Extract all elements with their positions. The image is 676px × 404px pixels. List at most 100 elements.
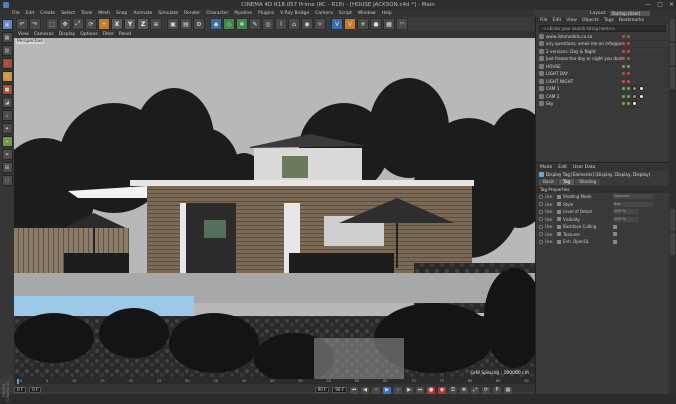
use-checkbox[interactable] (557, 224, 561, 229)
tab-tag[interactable]: Tag (559, 178, 575, 185)
menu-item-select[interactable]: Select (61, 11, 75, 16)
model-mode-icon[interactable]: ▣ (1, 19, 13, 30)
vray-render-icon[interactable]: V (331, 18, 343, 30)
editor-visibility-dot[interactable] (622, 57, 625, 61)
parameter-key-icon[interactable]: P (493, 386, 501, 394)
animate-toggle-icon[interactable] (539, 202, 543, 207)
object-name[interactable]: 2 versions: Day & Night (546, 49, 622, 54)
om-menu-bookmarks[interactable]: Bookmarks (619, 18, 644, 23)
viewport-menu-filter[interactable]: Filter (103, 32, 114, 37)
am-menu-mode[interactable]: Mode (540, 165, 552, 170)
use-checkbox[interactable] (557, 239, 561, 244)
end-frame-field[interactable]: 90 F (314, 387, 330, 393)
object-row[interactable]: CAM 2 (536, 93, 669, 101)
attribute-checkbox[interactable] (613, 239, 617, 244)
editor-visibility-dot[interactable] (622, 49, 625, 53)
recent-tool-icon[interactable]: + (98, 18, 110, 30)
light-icon[interactable]: ☼ (314, 18, 326, 30)
render-view-icon[interactable]: ▣ (167, 18, 179, 30)
object-name[interactable]: Just freeze the day or night you dont w.… (546, 56, 622, 61)
attribute-value-field[interactable]: Gouraud (613, 194, 653, 200)
render-visibility-dot[interactable] (627, 87, 630, 91)
rotation-key-icon[interactable]: ⟳ (482, 386, 490, 394)
uv-mode-icon[interactable]: ◪ (1, 97, 13, 108)
keyframe-selection-icon[interactable]: ⚿ (449, 386, 457, 394)
go-to-end-icon[interactable]: ⏭ (416, 386, 424, 394)
tab-basic[interactable]: Basic (539, 178, 559, 185)
editor-visibility-dot[interactable] (622, 87, 625, 91)
viewport-menu-panel[interactable]: Panel (119, 32, 131, 37)
vray-settings-icon[interactable]: V (344, 18, 356, 30)
tweak-mode-icon[interactable]: ✦ (1, 123, 13, 134)
view-label[interactable]: Perspective (16, 39, 45, 44)
scale-key-icon[interactable]: ⤢ (471, 386, 479, 394)
preview-end-field[interactable]: 90 F (332, 387, 347, 393)
editor-visibility-dot[interactable] (622, 94, 625, 98)
maximize-button[interactable]: □ (657, 1, 663, 8)
editor-visibility-dot[interactable] (622, 102, 625, 106)
om-menu-objects[interactable]: Objects (582, 18, 599, 23)
deformer-icon[interactable]: ⌇ (275, 18, 287, 30)
vray-dome-icon[interactable]: ◠ (396, 18, 408, 30)
spline-pen-icon[interactable]: ✎ (249, 18, 261, 30)
dock-tab-structure[interactable] (670, 67, 675, 89)
dock-tab-layers[interactable] (670, 209, 675, 231)
menu-item-tools[interactable]: Tools (81, 11, 92, 16)
object-row[interactable]: LIGHT NIGHT (536, 78, 669, 86)
menu-item-window[interactable]: Window (358, 11, 376, 16)
workplane-icon[interactable]: ▥ (1, 45, 13, 56)
layout-dropdown[interactable]: Startup (User) (609, 11, 650, 16)
editor-visibility-dot[interactable] (622, 72, 625, 76)
am-menu-user-data[interactable]: User Data (573, 165, 595, 170)
editor-visibility-dot[interactable] (622, 79, 625, 83)
workplane-lock-icon[interactable]: ⊞ (1, 162, 13, 173)
use-checkbox[interactable] (557, 194, 561, 199)
editor-visibility-dot[interactable] (622, 34, 625, 38)
y-axis-lock-icon[interactable]: Y (124, 18, 136, 30)
undo-icon[interactable]: ↶ (16, 18, 28, 30)
vray-material-icon[interactable]: ● (370, 18, 382, 30)
object-name[interactable]: any questions, email me on info@jose... (546, 41, 622, 46)
attribute-checkbox[interactable] (613, 232, 617, 237)
minimize-button[interactable]: — (645, 1, 651, 8)
animate-toggle-icon[interactable] (539, 194, 543, 199)
attribute-value-field[interactable]: 100 % (613, 209, 639, 215)
soft-selection-icon[interactable]: ◌ (1, 175, 13, 186)
use-checkbox[interactable] (557, 202, 561, 207)
vray-proxy-icon[interactable]: ▦ (383, 18, 395, 30)
render-visibility-dot[interactable] (627, 79, 630, 83)
record-icon[interactable]: ● (427, 386, 435, 394)
dock-tab-objects[interactable] (670, 19, 675, 41)
dock-tab-attributes[interactable] (670, 233, 675, 255)
play-icon[interactable]: ▶ (383, 386, 391, 394)
menu-item-plugins[interactable]: Plugins (258, 11, 274, 16)
am-menu-edit[interactable]: Edit (558, 165, 567, 170)
render-visibility-dot[interactable] (627, 102, 630, 106)
vray-camera-tag-icon[interactable] (639, 93, 644, 99)
render-visibility-dot[interactable] (627, 34, 630, 38)
object-name[interactable]: Sky (546, 101, 622, 106)
object-row[interactable]: any questions, email me on info@jose... (536, 41, 669, 48)
z-axis-lock-icon[interactable]: Z (137, 18, 149, 30)
viewport-3d[interactable]: Perspective Grid Spacing : 100000 cm (14, 38, 535, 379)
start-frame-field[interactable]: 0 F (29, 387, 42, 393)
scale-icon[interactable]: ⤢ (72, 18, 84, 30)
menu-item-animate[interactable]: Animate (133, 11, 152, 16)
object-row[interactable]: Sky (536, 101, 669, 108)
rotate-icon[interactable]: ⟳ (85, 18, 97, 30)
menu-item-edit[interactable]: Edit (26, 11, 35, 16)
om-menu-file[interactable]: File (540, 18, 548, 23)
position-key-icon[interactable]: ✥ (460, 386, 468, 394)
object-row[interactable]: LIGHT DAY (536, 71, 669, 78)
protection-tag-icon[interactable] (632, 86, 637, 92)
menu-item-mesh[interactable]: Mesh (98, 11, 110, 16)
scene-icon[interactable]: ⌂ (288, 18, 300, 30)
live-selection-icon[interactable]: ⬚ (46, 18, 58, 30)
menu-item-snap[interactable]: Snap (116, 11, 127, 16)
object-name[interactable]: LIGHT DAY (546, 71, 622, 76)
close-button[interactable]: ✕ (669, 1, 674, 8)
next-key-icon[interactable]: ▶ (405, 386, 413, 394)
use-checkbox[interactable] (557, 209, 561, 214)
timeline-menu-icon[interactable]: ▦ (504, 386, 512, 394)
tab-shading[interactable]: Shading (575, 178, 601, 185)
